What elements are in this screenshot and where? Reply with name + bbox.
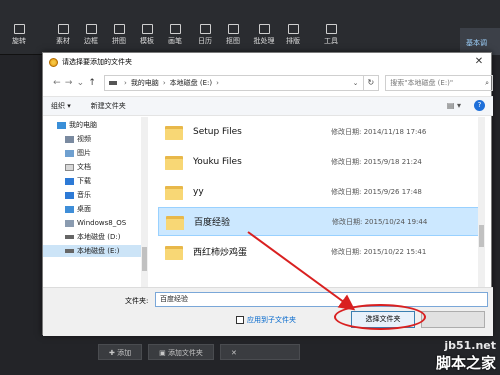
batch-icon	[258, 24, 270, 34]
music-folder-icon	[65, 191, 74, 199]
basic-adjust-tab[interactable]: 基本调	[460, 28, 500, 55]
wrench-icon	[325, 24, 337, 34]
file-row[interactable]: Youku Files 修改日期: 2015/9/18 21:24	[158, 147, 485, 176]
dialog-titlebar: 请选择要添加的文件夹	[43, 53, 491, 71]
folder-icon	[165, 244, 183, 260]
address-row: ← → ⌄ ↑ › 我的电脑 › 本地磁盘 (E:) › ⌄ ↻ 搜索"本地磁盘…	[43, 71, 494, 95]
search-input[interactable]: 搜索"本地磁盘 (E:)" ⌕	[385, 75, 494, 91]
forward-arrow-icon[interactable]: →	[63, 78, 75, 88]
folder-icon	[165, 184, 183, 200]
navigation-pane: 我的电脑 视频 图片 文档 下载 音乐 桌面 Windows8_OS 本地磁盘 …	[43, 117, 148, 287]
remove-button[interactable]: ✕	[219, 344, 300, 360]
tools-button[interactable]: 工具	[318, 24, 344, 46]
nav-item-documents[interactable]: 文档	[43, 161, 141, 173]
dialog-footer: 文件夹: 百度经验 应用到子文件夹 选择文件夹	[43, 287, 493, 336]
video-folder-icon	[65, 135, 74, 143]
apply-subfolders-checkbox[interactable]: 应用到子文件夹	[236, 315, 296, 325]
back-arrow-icon[interactable]: ←	[51, 78, 63, 88]
breadcrumb-separator-icon: ›	[162, 79, 166, 87]
collage-button[interactable]: 拼图	[106, 24, 132, 46]
batch-button[interactable]: 批处理	[248, 24, 280, 46]
refresh-icon[interactable]: ↻	[363, 75, 380, 91]
app-logo-icon	[49, 57, 58, 67]
download-folder-icon	[65, 177, 74, 185]
drive-icon	[65, 249, 74, 253]
nav-item-videos[interactable]: 视频	[43, 133, 141, 145]
nav-scrollbar-thumb[interactable]	[142, 247, 147, 271]
app-toolbar: 旋转 素材 边框 拼图 模板 画笔 日历 抠图 批处理 排版 工具 基本调	[0, 0, 500, 55]
calendar-button[interactable]: 日历	[192, 24, 218, 46]
border-button[interactable]: 边框	[78, 24, 104, 46]
rotate-icon	[13, 24, 25, 34]
brush-button[interactable]: 画笔	[162, 24, 188, 46]
search-icon: ⌕	[485, 79, 490, 87]
file-list: Setup Files 修改日期: 2014/11/18 17:46 Youku…	[158, 117, 485, 287]
folder-name-input[interactable]: 百度经验	[155, 292, 488, 307]
nav-item-pictures[interactable]: 图片	[43, 147, 141, 159]
up-arrow-icon[interactable]: ↑	[86, 78, 98, 88]
add-folder-button[interactable]: ▣ 添加文件夹	[148, 344, 214, 360]
highlight-ring	[334, 304, 426, 330]
organize-menu[interactable]: 组织 ▾	[51, 101, 71, 111]
command-bar: 组织 ▾ 新建文件夹 ▤ ▾ ?	[43, 96, 493, 116]
watermark: jb51.net 脚本之家	[435, 339, 496, 372]
layout-icon	[287, 24, 299, 34]
checkbox-box[interactable]	[236, 316, 244, 324]
new-folder-button[interactable]: 新建文件夹	[91, 101, 126, 111]
folder-picker-dialog: 请选择要添加的文件夹 ✕ ← → ⌄ ↑ › 我的电脑 › 本地磁盘 (E:) …	[42, 52, 494, 336]
cutout-button[interactable]: 抠图	[220, 24, 246, 46]
breadcrumb-separator-icon: ›	[124, 79, 127, 87]
drive-icon	[109, 81, 117, 85]
border-icon	[85, 24, 97, 34]
file-scrollbar[interactable]	[478, 117, 485, 287]
breadcrumb-separator-icon: ›	[216, 79, 219, 87]
folder-icon	[166, 214, 184, 230]
drive-icon	[65, 219, 74, 227]
calendar-icon	[199, 24, 211, 34]
breadcrumb-computer[interactable]: 我的电脑	[131, 78, 159, 88]
nav-item-computer[interactable]: 我的电脑	[43, 119, 141, 131]
documents-folder-icon	[65, 163, 74, 171]
app-bottom-bar: ✚ 添加 ▣ 添加文件夹 ✕	[98, 344, 300, 360]
nav-item-windows8-os[interactable]: Windows8_OS	[43, 217, 141, 229]
layout-button[interactable]: 排版	[280, 24, 306, 46]
folder-icon	[165, 124, 183, 140]
add-button[interactable]: ✚ 添加	[98, 344, 143, 360]
recent-chevron-icon[interactable]: ⌄	[75, 78, 87, 88]
file-row[interactable]: yy 修改日期: 2015/9/26 17:48	[158, 177, 485, 206]
dialog-title: 请选择要添加的文件夹	[62, 58, 132, 66]
file-row[interactable]: Setup Files 修改日期: 2014/11/18 17:46	[158, 117, 485, 146]
address-dropdown-icon[interactable]: ⌄	[349, 79, 363, 87]
nav-item-downloads[interactable]: 下载	[43, 175, 141, 187]
help-icon[interactable]: ?	[474, 100, 485, 111]
folder-icon	[165, 154, 183, 170]
nav-item-music[interactable]: 音乐	[43, 189, 141, 201]
view-options-icon[interactable]: ▤ ▾	[447, 101, 461, 110]
nav-scrollbar[interactable]	[141, 117, 148, 287]
template-button[interactable]: 模板	[134, 24, 160, 46]
folder-field-label: 文件夹:	[125, 297, 149, 305]
cutout-icon	[227, 24, 239, 34]
nav-item-drive-e[interactable]: 本地磁盘 (E:)	[43, 245, 141, 257]
address-bar[interactable]: › 我的电脑 › 本地磁盘 (E:) › ⌄	[104, 75, 364, 91]
material-icon	[57, 24, 69, 34]
breadcrumb-drive[interactable]: 本地磁盘 (E:)	[170, 78, 212, 88]
file-scrollbar-thumb[interactable]	[479, 225, 484, 247]
nav-item-drive-d[interactable]: 本地磁盘 (D:)	[43, 231, 141, 243]
nav-item-desktop[interactable]: 桌面	[43, 203, 141, 215]
desktop-folder-icon	[65, 205, 74, 213]
cancel-button[interactable]	[421, 311, 485, 328]
template-icon	[141, 24, 153, 34]
rotate-button[interactable]: 旋转	[6, 24, 32, 46]
file-row-selected[interactable]: 百度经验 修改日期: 2015/10/24 19:44	[158, 207, 485, 236]
drive-icon	[65, 235, 74, 239]
brush-icon	[169, 24, 181, 34]
pictures-folder-icon	[65, 149, 74, 157]
file-row[interactable]: 西红柿炒鸡蛋 修改日期: 2015/10/22 15:41	[158, 237, 485, 266]
computer-icon	[57, 121, 66, 129]
collage-icon	[113, 24, 125, 34]
close-icon[interactable]: ✕	[473, 56, 485, 68]
material-button[interactable]: 素材	[50, 24, 76, 46]
